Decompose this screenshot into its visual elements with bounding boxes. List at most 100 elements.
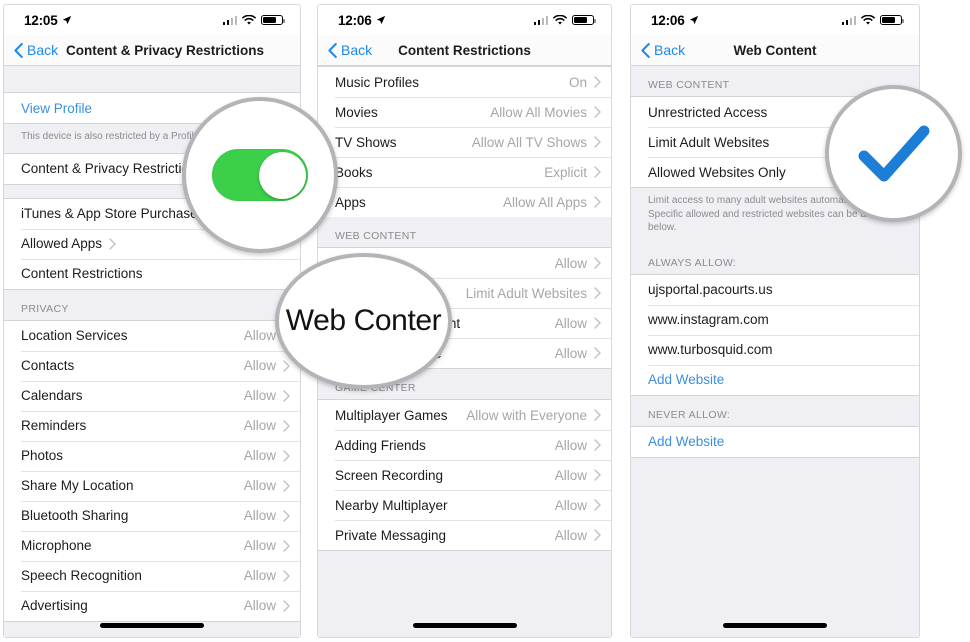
chevron-right-icon [594, 317, 601, 329]
row-label: Screen Recording [335, 467, 444, 483]
row-location-services[interactable]: Location Services Allow [4, 320, 300, 351]
ratings-group: Music Profiles On Movies Allow All Movies TV… [318, 66, 611, 217]
row-value: Allow [243, 478, 276, 493]
wifi-icon [242, 14, 256, 25]
row-movies[interactable]: Movies Allow All Movies [318, 97, 611, 127]
row-multiplayer-games[interactable]: Multiplayer Games Allow with Everyone [318, 400, 611, 430]
chevron-right-icon [594, 439, 601, 451]
back-button[interactable]: Back [4, 42, 58, 58]
status-left: 12:06 [651, 13, 699, 28]
row-tv-shows[interactable]: TV Shows Allow All TV Shows [318, 127, 611, 157]
row-music-profiles[interactable]: Music Profiles On [318, 67, 611, 97]
battery-icon [572, 14, 596, 26]
row-value: Allow [243, 508, 276, 523]
row-share-my-location[interactable]: Share My Location Allow [4, 470, 300, 501]
row-value: Allow with Everyone [466, 407, 587, 423]
row-books[interactable]: Books Explicit [318, 157, 611, 187]
row-photos[interactable]: Photos Allow [4, 440, 300, 471]
row-value: Allow [554, 437, 587, 453]
row-value: Allow [554, 527, 587, 543]
chevron-right-icon [594, 166, 601, 178]
row-reminders[interactable]: Reminders Allow [4, 410, 300, 441]
row-screen-recording[interactable]: Screen Recording Allow [318, 460, 611, 490]
row-value: Allow [243, 388, 276, 403]
row-value: On [568, 74, 587, 90]
row-label: ujsportal.pacourts.us [648, 282, 773, 297]
chevron-right-icon [109, 237, 116, 250]
row-value: Allow [243, 448, 276, 463]
privacy-section-header: PRIVACY [4, 289, 300, 320]
row-bluetooth-sharing[interactable]: Bluetooth Sharing Allow [4, 500, 300, 531]
row-nearby-multiplayer[interactable]: Nearby Multiplayer Allow [318, 490, 611, 520]
home-indicator [100, 623, 204, 628]
status-time: 12:06 [651, 12, 685, 28]
row-www-instagram-com[interactable]: www.instagram.com [631, 304, 919, 335]
location-arrow-icon [376, 15, 385, 25]
row-www-turbosquid-com[interactable]: www.turbosquid.com [631, 334, 919, 365]
status-right [533, 14, 596, 26]
chevron-right-icon [594, 499, 601, 511]
row-add-website[interactable]: Add Website [631, 364, 919, 395]
row-label: Microphone [21, 538, 92, 553]
cellular-bars-icon [533, 15, 548, 25]
battery-icon [261, 14, 285, 26]
row-label: Reminders [21, 418, 87, 433]
content-privacy-toggle[interactable] [212, 149, 308, 201]
row-add-website-never[interactable]: Add Website [631, 426, 919, 457]
row-ujsportal-pacourts-us[interactable]: ujsportal.pacourts.us [631, 274, 919, 305]
location-arrow-icon [689, 15, 698, 25]
row-apps[interactable]: Apps Allow All Apps [318, 187, 611, 217]
chevron-left-icon [328, 42, 337, 58]
chevron-right-icon [283, 599, 290, 612]
content-restrictions-label: Content Restrictions [21, 266, 143, 281]
list-spacer [4, 66, 300, 92]
row-label: Contacts [21, 358, 75, 373]
allowed-apps-label: Allowed Apps [21, 236, 103, 251]
back-label: Back [27, 42, 59, 58]
status-right [222, 14, 285, 26]
row-label: www.turbosquid.com [648, 342, 773, 357]
row-label: Speech Recognition [21, 568, 142, 583]
status-time: 12:05 [24, 12, 58, 28]
row-label: Add Website [648, 372, 725, 387]
row-value: Allow All Apps [502, 194, 587, 210]
row-value: Allow [554, 467, 587, 483]
row-label: Nearby Multiplayer [335, 497, 448, 513]
never-allow-group: Add Website [631, 425, 919, 458]
row-speech-recognition[interactable]: Speech Recognition Allow [4, 560, 300, 591]
status-time: 12:06 [338, 12, 372, 28]
row-value: Allow [243, 538, 276, 553]
row-value: Allow [554, 255, 587, 271]
row-private-messaging[interactable]: Private Messaging Allow [318, 520, 611, 550]
row-content-restrictions[interactable]: Content Restrictions [4, 258, 300, 289]
cellular-bars-icon [222, 15, 237, 25]
privacy-group: Location Services Allow Contacts Allow Calen… [4, 319, 300, 622]
back-label: Back [654, 42, 686, 58]
row-adding-friends[interactable]: Adding Friends Allow [318, 430, 611, 460]
status-right [841, 14, 904, 26]
row-label: Bluetooth Sharing [21, 508, 129, 523]
cellular-bars-icon [841, 15, 856, 25]
web-content-callout-label: Web Conter [285, 304, 442, 337]
location-arrow-icon [62, 15, 71, 25]
row-microphone[interactable]: Microphone Allow [4, 530, 300, 561]
row-advertising[interactable]: Advertising Allow [4, 590, 300, 621]
chevron-right-icon [594, 76, 601, 88]
back-button[interactable]: Back [631, 42, 685, 58]
chevron-right-icon [283, 389, 290, 402]
chevron-left-icon [14, 42, 23, 58]
page-title: Content & Privacy Restrictions [66, 42, 265, 58]
chevron-right-icon [283, 509, 290, 522]
chevron-right-icon [594, 287, 601, 299]
callout-web-content-row: Web Conter [275, 253, 452, 389]
chevron-left-icon [641, 42, 650, 58]
row-contacts[interactable]: Contacts Allow [4, 350, 300, 381]
chevron-right-icon [594, 347, 601, 359]
itunes-label: iTunes & App Store Purchases [21, 206, 205, 221]
chevron-right-icon [283, 359, 290, 372]
back-button[interactable]: Back [318, 42, 372, 58]
status-bar: 12:06 [631, 5, 919, 35]
row-value: Allow [243, 418, 276, 433]
game-center-group: Multiplayer Games Allow with Everyone Addi… [318, 399, 611, 551]
row-calendars[interactable]: Calendars Allow [4, 380, 300, 411]
